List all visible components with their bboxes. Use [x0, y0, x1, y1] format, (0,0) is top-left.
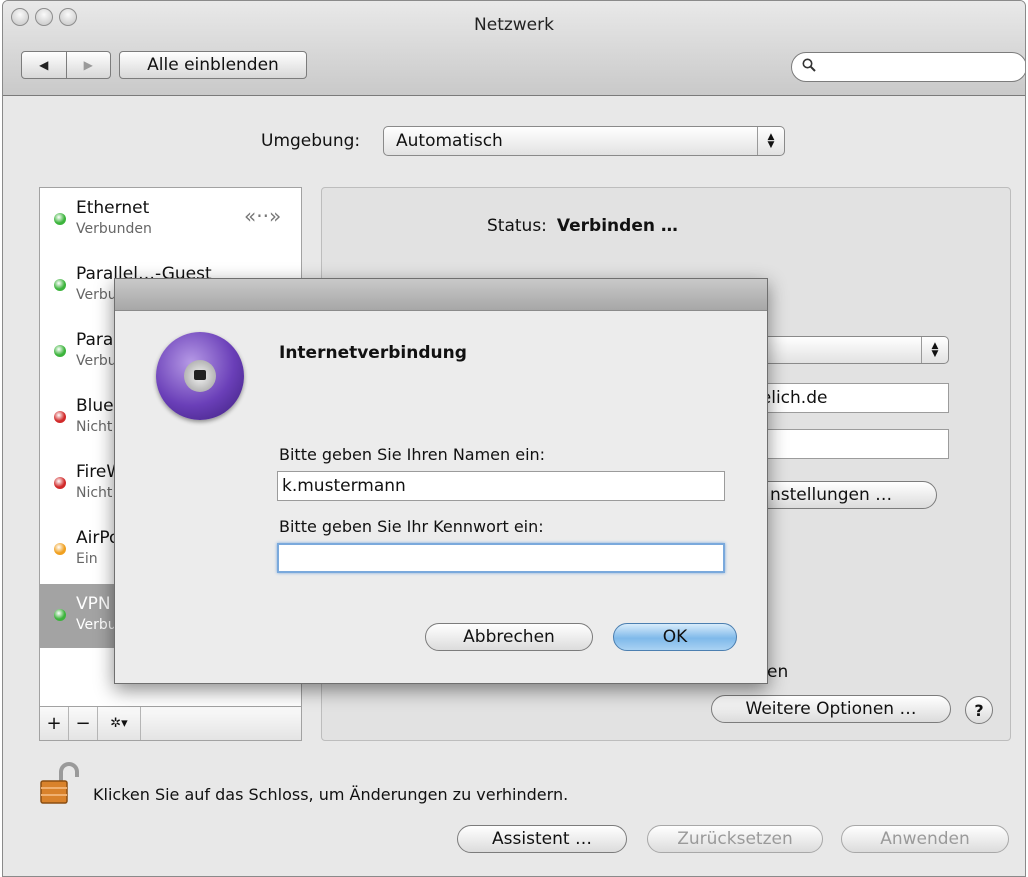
popup-arrows-icon: ▲ ▼	[921, 337, 948, 363]
dialog-title: Internetverbindung	[279, 343, 467, 363]
gear-menu-button[interactable]: ✲▾	[98, 707, 141, 740]
show-all-button[interactable]: Alle einblenden	[119, 51, 307, 79]
title-bar: Netzwerk ◀ ▶ Alle einblenden	[3, 1, 1025, 96]
authentication-settings-button[interactable]: nstellungen …	[743, 481, 937, 509]
lock-hint-text: Klicken Sie auf das Schloss, um Änderung…	[93, 785, 569, 804]
dialog-title-bar	[115, 279, 767, 311]
status-dot-icon	[54, 345, 66, 357]
back-button[interactable]: ◀	[22, 52, 66, 78]
status-dot-icon	[54, 213, 66, 225]
status-value: Verbinden …	[556, 216, 678, 236]
server-address-field[interactable]: uelich.de	[743, 383, 949, 413]
add-service-button[interactable]: +	[40, 707, 69, 740]
password-label: Bitte geben Sie Ihr Kennwort ein:	[279, 517, 544, 536]
show-vpn-status-label: en	[767, 662, 789, 682]
status-dot-icon	[54, 279, 66, 291]
network-window: Netzwerk ◀ ▶ Alle einblenden Umgebung: A…	[2, 0, 1026, 877]
revert-button[interactable]: Zurücksetzen	[647, 825, 823, 853]
name-label: Bitte geben Sie Ihren Namen ein:	[279, 445, 546, 464]
status-dot-icon	[54, 543, 66, 555]
cancel-button[interactable]: Abbrechen	[425, 623, 593, 651]
service-name: Ethernet	[76, 198, 150, 218]
status-line: Status: Verbinden …	[487, 216, 678, 236]
forward-button[interactable]: ▶	[65, 52, 111, 78]
password-input[interactable]	[277, 543, 725, 573]
location-label: Umgebung:	[261, 131, 361, 151]
location-value: Automatisch	[396, 131, 503, 151]
internet-connection-dialog: Internetverbindung Bitte geben Sie Ihren…	[114, 278, 768, 684]
search-field[interactable]	[791, 52, 1025, 82]
service-state: Verbunden	[76, 221, 152, 237]
service-item-ethernet[interactable]: Ethernet Verbunden «··»	[40, 188, 301, 252]
service-list-toolbar: + − ✲▾	[39, 707, 302, 741]
search-input[interactable]	[822, 57, 1016, 79]
service-state: Ein	[76, 551, 98, 567]
status-dot-icon	[54, 609, 66, 621]
ethernet-icon: «··»	[244, 204, 282, 228]
name-input[interactable]: k.mustermann	[277, 471, 725, 501]
ok-button[interactable]: OK	[613, 623, 737, 651]
configuration-popup[interactable]: ▲ ▼	[743, 336, 949, 364]
more-options-button[interactable]: Weitere Optionen …	[711, 695, 951, 723]
network-connect-icon	[156, 332, 244, 420]
status-dot-icon	[54, 477, 66, 489]
assistant-button[interactable]: Assistent …	[457, 825, 627, 853]
account-name-field[interactable]	[743, 429, 949, 459]
remove-service-button[interactable]: −	[69, 707, 98, 740]
location-popup[interactable]: Automatisch ▲ ▼	[383, 126, 785, 156]
back-forward-group: ◀ ▶	[21, 51, 111, 79]
window-title: Netzwerk	[474, 15, 554, 35]
apply-button[interactable]: Anwenden	[841, 825, 1009, 853]
status-dot-icon	[54, 411, 66, 423]
popup-arrows-icon: ▲ ▼	[757, 127, 784, 155]
help-button[interactable]: ?	[965, 696, 993, 724]
status-label: Status:	[487, 216, 547, 236]
service-name: VPN	[76, 594, 111, 614]
lock-icon[interactable]	[39, 761, 85, 807]
search-icon	[802, 58, 816, 72]
